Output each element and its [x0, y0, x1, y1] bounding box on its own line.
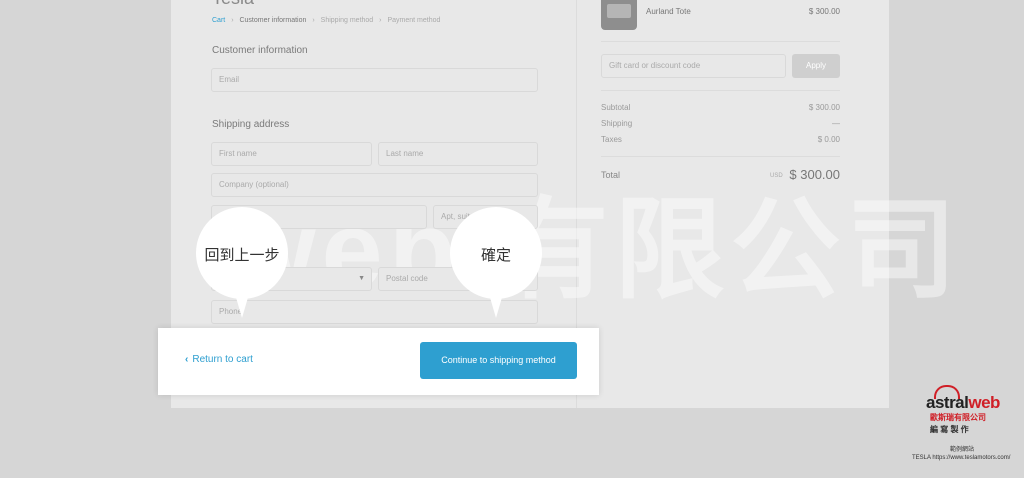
company-name-cn: 歐斯瑞有限公司: [930, 413, 986, 422]
subtotal-value: $ 300.00: [808, 103, 840, 112]
last-name-field[interactable]: Last name: [378, 142, 538, 166]
taxes-value: $ 0.00: [817, 135, 840, 144]
caret-down-icon: ▼: [358, 275, 365, 282]
divider: [601, 41, 840, 42]
first-name-field[interactable]: First name: [211, 142, 372, 166]
product-price: $ 300.00: [808, 7, 840, 16]
shipping-label: Shipping: [601, 119, 633, 128]
breadcrumb-payment-method: Payment method: [387, 17, 441, 24]
breadcrumb-shipping-method: Shipping method: [320, 17, 374, 24]
confirm-callout-text: 確定: [480, 247, 511, 264]
breadcrumb-customer-information: Customer information: [239, 17, 307, 24]
discount-code-field[interactable]: Gift card or discount code: [601, 54, 786, 78]
chevron-right-icon: ›: [312, 17, 315, 24]
chevron-right-icon: ›: [379, 17, 382, 24]
example-site-label: 範例網站: [950, 447, 975, 453]
taxes-label: Taxes: [601, 135, 622, 144]
breadcrumb-cart[interactable]: Cart: [212, 17, 225, 24]
shipping-value: —: [832, 119, 840, 128]
total-value: $ 300.00: [789, 167, 840, 182]
email-field[interactable]: Email: [211, 68, 538, 92]
divider: [601, 156, 840, 157]
apply-button[interactable]: Apply: [792, 54, 840, 78]
back-callout-tail: [235, 294, 249, 318]
store-name: Tesla: [212, 0, 254, 9]
tote-image-icon: [607, 4, 631, 18]
chevron-right-icon: ›: [231, 17, 234, 24]
chevron-left-icon: ‹: [185, 354, 189, 365]
company-field[interactable]: Company (optional): [211, 173, 538, 197]
subtotal-label: Subtotal: [601, 103, 631, 112]
product-name: Aurland Tote: [646, 7, 691, 16]
return-to-cart-label: Return to cart: [192, 354, 253, 365]
product-thumbnail: [601, 0, 637, 30]
continue-to-shipping-button[interactable]: Continue to shipping method: [420, 342, 577, 379]
confirm-callout-tail: [489, 294, 503, 318]
example-site-url: TESLA https://www.teslamotors.com/: [912, 455, 1011, 461]
back-callout-text: 回到上一步: [204, 247, 280, 264]
total-label: Total: [601, 170, 621, 180]
divider: [601, 90, 840, 91]
breadcrumb: Cart › Customer information › Shipping m…: [212, 17, 440, 24]
credit-cn: 編 寫 製 作: [930, 425, 969, 434]
customer-info-title: Customer information: [212, 45, 308, 56]
shipping-address-title: Shipping address: [212, 119, 290, 130]
return-to-cart-link[interactable]: ‹ Return to cart: [185, 354, 253, 365]
